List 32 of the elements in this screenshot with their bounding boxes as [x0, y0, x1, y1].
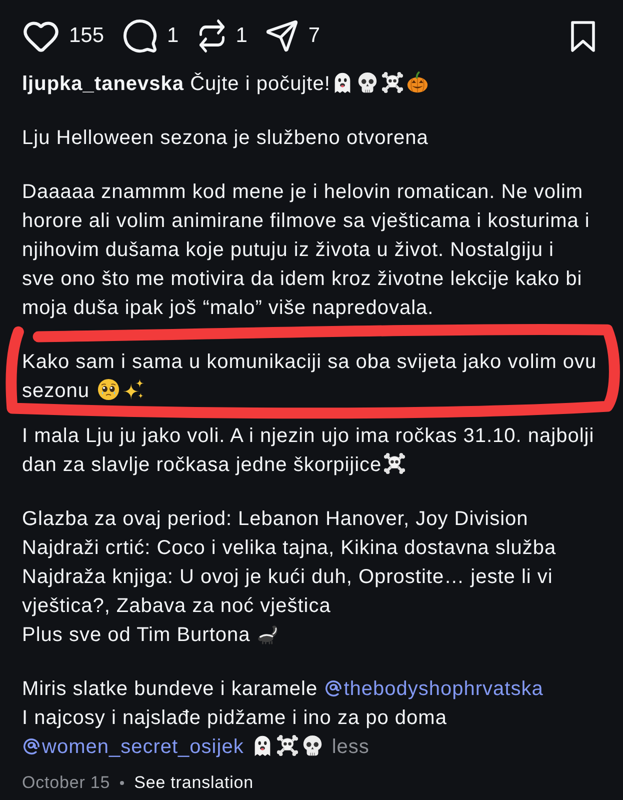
- skull-crossbones-icon: [382, 452, 406, 475]
- pumpkin-icon: [406, 71, 430, 94]
- sparkles-icon: [122, 378, 145, 401]
- mention-link[interactable]: thebodyshophrvatska: [324, 678, 544, 700]
- at-sign-icon: [324, 679, 343, 698]
- bookmark-button[interactable]: [569, 20, 597, 52]
- caption-paragraph: I mala Lju ju jako voli. A i njezin ujo ima ročkas 31.10. najbolji dan za slavlje ročkasa jedne škorpijice: [22, 424, 596, 478]
- comment-button[interactable]: 1: [122, 18, 179, 54]
- username-link[interactable]: ljupka_tanevska: [22, 73, 184, 95]
- bookmark-icon: [569, 20, 597, 52]
- post-date: October 15: [22, 772, 110, 794]
- share-button[interactable]: 7: [265, 19, 320, 53]
- caption-paragraph: Lju Helloween sezona je službeno otvorena: [22, 126, 430, 151]
- caption-paragraph: ljupka_tanevska Čujte i počujte!: [22, 70, 617, 99]
- less-button[interactable]: less: [332, 733, 370, 762]
- mention-link[interactable]: women_secret_osijek: [22, 736, 244, 758]
- repost-button[interactable]: 1: [196, 18, 248, 54]
- caption-paragraph: Miris slatke bundeve i karamele thebodyshophrvatska I najcosy i najslađe pidžame i ino za po doma women_secret_osijek less: [22, 675, 617, 762]
- see-translation-button[interactable]: See translation: [134, 771, 254, 795]
- caption-paragraph: Glazba za ovaj period: Lebanon Hanover, Joy Division Najdraži crtić: Coco i velika tajna, Kikina dostavna služba Najdraža knjiga: U ovoj je kući duh, Oprostite… jeste li vi vještica?, Zabava za noć vještica Plus sve od Tim Burtona: [22, 507, 558, 648]
- skull-crossbones-icon: [381, 71, 404, 94]
- caption-paragraph: Kako sam i sama u komunikaciji sa oba svijeta jako volim ovu sezonu: [22, 348, 617, 406]
- pleading-face-icon: [96, 378, 120, 401]
- skull-icon: [356, 71, 380, 94]
- repeat-arrows-icon: [196, 18, 227, 54]
- paper-plane-icon: [265, 19, 300, 53]
- speech-bubble-icon: [122, 18, 158, 54]
- skull-icon: [300, 734, 324, 757]
- at-sign-icon: [22, 737, 41, 756]
- caption-paragraph: Daaaaa znammm kod mene je i helovin romatican. Ne volim horore ali volim animirane filmove sa vješticama i kosturima i njihovim dušama koje putuju iz života u život. Nostalgiju i sve ono što me motivira da idem kroz životne lekcije kako bi moja duša ipak još “malo” više napredovala.: [22, 180, 591, 321]
- skull-crossbones-icon: [276, 734, 299, 757]
- like-button[interactable]: 155: [22, 17, 104, 55]
